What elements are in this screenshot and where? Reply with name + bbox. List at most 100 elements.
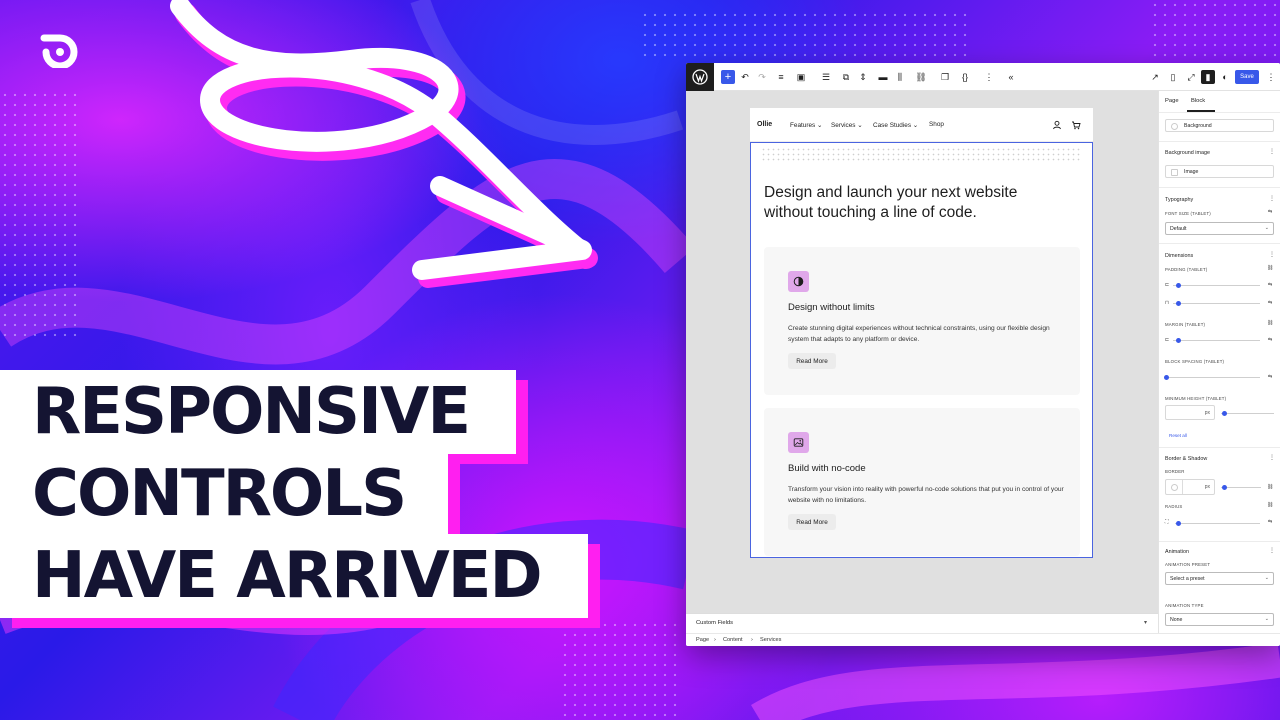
- block-type-icon[interactable]: ▣: [794, 70, 808, 84]
- custom-fields-panel[interactable]: Custom Fields ▾: [686, 613, 1158, 633]
- chevron-down-icon: ⌄: [817, 122, 823, 129]
- site-logo[interactable]: Ollie: [757, 121, 772, 128]
- chevron-down-icon: ⌄: [912, 122, 919, 129]
- animation-preset-select[interactable]: Select a preset ⌄: [1165, 572, 1274, 585]
- more-options-icon[interactable]: ⋮: [1269, 251, 1275, 258]
- breadcrumb-item[interactable]: Services: [760, 637, 781, 643]
- nav-item-case-studies[interactable]: Case Studies ⌄: [873, 121, 918, 129]
- slider-thumb[interactable]: [1176, 283, 1181, 288]
- settings-toggle-icon[interactable]: ⇆: [1268, 300, 1272, 306]
- nav-item-features[interactable]: Features ⌄: [790, 121, 822, 129]
- device-preview-icon[interactable]: ▯: [1166, 70, 1180, 84]
- copy-icon[interactable]: ❐: [938, 70, 952, 84]
- settings-toggle-icon[interactable]: ⇆: [1268, 374, 1272, 380]
- link-sides-icon[interactable]: ⛓: [1267, 265, 1273, 271]
- more-options-icon[interactable]: ⋮: [1269, 547, 1275, 554]
- wordpress-logo-icon[interactable]: [686, 63, 714, 91]
- user-icon[interactable]: [1052, 120, 1062, 130]
- slider-thumb[interactable]: [1176, 301, 1181, 306]
- settings-toggle-icon[interactable]: ⇆: [1268, 282, 1272, 288]
- animation-type-select[interactable]: None ⌄: [1165, 613, 1274, 626]
- link-sides-icon[interactable]: ⛓: [1267, 484, 1273, 490]
- redo-icon[interactable]: ↷: [755, 70, 769, 84]
- caret-down-icon[interactable]: ▾: [1144, 619, 1147, 626]
- more-options-icon[interactable]: ⋮: [982, 70, 996, 84]
- border-color-swatch-icon[interactable]: [1171, 484, 1178, 491]
- card-description: Create stunning digital experiences with…: [788, 325, 1050, 343]
- settings-toggle-icon[interactable]: ⇆: [1268, 337, 1272, 343]
- undo-icon[interactable]: ↶: [738, 70, 752, 84]
- border-width-slider[interactable]: [1221, 487, 1261, 488]
- slider-thumb[interactable]: [1222, 485, 1227, 490]
- padding-vertical-slider[interactable]: [1173, 285, 1260, 286]
- settings-toggle-icon[interactable]: ⇆: [1268, 519, 1272, 525]
- border-input[interactable]: px: [1165, 479, 1215, 495]
- background-color-control[interactable]: Background: [1165, 119, 1274, 132]
- min-height-input[interactable]: px: [1165, 405, 1215, 420]
- background-image-control[interactable]: Image: [1165, 165, 1274, 178]
- feature-card[interactable]: Build with no-code Transform your vision…: [764, 408, 1080, 556]
- font-size-select[interactable]: Default ⌄: [1165, 222, 1274, 235]
- link-sides-icon[interactable]: ⛓: [1267, 502, 1273, 508]
- read-more-button[interactable]: Read More: [788, 514, 836, 530]
- animation-type-label: ANIMATION TYPE: [1165, 603, 1204, 608]
- more-options-icon[interactable]: ⋮: [1269, 454, 1275, 461]
- nav-item-shop[interactable]: Shop: [929, 121, 944, 128]
- background-label: Background: [1184, 123, 1212, 129]
- chevron-down-icon: ⌄: [1264, 225, 1269, 231]
- reset-all-link[interactable]: Reset all: [1169, 433, 1187, 438]
- dot-grid-right: [1150, 0, 1280, 60]
- headline-line-3: HAVE ARRIVED: [32, 539, 543, 613]
- divider: [1159, 187, 1280, 188]
- collapse-icon[interactable]: «: [1004, 70, 1018, 84]
- read-more-button[interactable]: Read More: [788, 353, 836, 369]
- nav-item-services[interactable]: Services ⌄: [831, 121, 863, 129]
- slider-thumb[interactable]: [1222, 411, 1227, 416]
- more-options-icon[interactable]: ⋮: [1269, 148, 1275, 155]
- background-image-heading: Background image: [1165, 150, 1210, 156]
- radius-slider[interactable]: [1175, 523, 1260, 524]
- breadcrumb-item[interactable]: Content: [723, 637, 743, 643]
- tab-page[interactable]: Page: [1165, 98, 1179, 104]
- fullscreen-icon[interactable]: ⤢: [1184, 70, 1198, 84]
- list-view-icon[interactable]: ≡: [774, 70, 788, 84]
- margin-slider[interactable]: [1173, 340, 1260, 341]
- align-icon[interactable]: ☰: [819, 70, 833, 84]
- group-icon[interactable]: ⧉: [839, 70, 853, 84]
- border-label: BORDER: [1165, 469, 1185, 474]
- slider-thumb[interactable]: [1176, 338, 1181, 343]
- card-description: Transform your vision into reality with …: [788, 486, 1064, 504]
- move-icon[interactable]: ⇕: [856, 70, 870, 84]
- tab-block[interactable]: Block: [1191, 98, 1205, 104]
- breadcrumb-item[interactable]: Page: [696, 637, 709, 643]
- view-external-icon[interactable]: ↗: [1148, 70, 1162, 84]
- save-button[interactable]: Save: [1235, 70, 1259, 84]
- dot-grid-top: [640, 10, 970, 60]
- editor-canvas[interactable]: Ollie Features ⌄ Services ⌄ Case Studies…: [750, 108, 1093, 558]
- justify-icon[interactable]: ▬: [876, 70, 890, 84]
- settings-toggle-icon[interactable]: ⇆: [1268, 209, 1272, 215]
- more-options-icon[interactable]: ⋮: [1269, 195, 1275, 202]
- selected-group-block[interactable]: Design and launch your next website with…: [750, 142, 1093, 558]
- chevron-down-icon: ⌄: [1264, 616, 1269, 622]
- code-icon[interactable]: {}: [958, 70, 972, 84]
- cart-icon[interactable]: [1071, 120, 1081, 130]
- link-icon[interactable]: ⛓: [914, 70, 928, 84]
- add-block-button[interactable]: +: [721, 70, 735, 84]
- settings-sidebar: Page Block Background Background image ⋮…: [1158, 91, 1280, 633]
- options-menu-icon[interactable]: ⋮: [1264, 70, 1278, 84]
- slider-thumb[interactable]: [1164, 375, 1169, 380]
- block-spacing-slider[interactable]: [1165, 377, 1260, 378]
- link-sides-icon[interactable]: ⛓: [1267, 320, 1273, 326]
- chevron-down-icon: ⌄: [857, 122, 863, 129]
- hero-heading[interactable]: Design and launch your next website with…: [764, 183, 1064, 223]
- distribute-icon[interactable]: ⫼: [893, 70, 907, 84]
- min-height-slider[interactable]: [1221, 413, 1274, 414]
- feature-card[interactable]: Design without limits Create stunning di…: [764, 247, 1080, 395]
- settings-sidebar-icon[interactable]: ▮: [1201, 70, 1215, 84]
- slider-thumb[interactable]: [1176, 521, 1181, 526]
- padding-horizontal-slider[interactable]: [1173, 303, 1260, 304]
- styles-icon[interactable]: ◐: [1218, 70, 1232, 84]
- block-editor-window: + ↶ ↷ ≡ ▣ ☰ ⧉ ⇕ ▬ ⫼ ⛓ ❐ {} ⋮ « ↗ ▯ ⤢ ▮ ◐…: [686, 63, 1280, 646]
- border-shadow-heading: Border & Shadow: [1165, 456, 1208, 462]
